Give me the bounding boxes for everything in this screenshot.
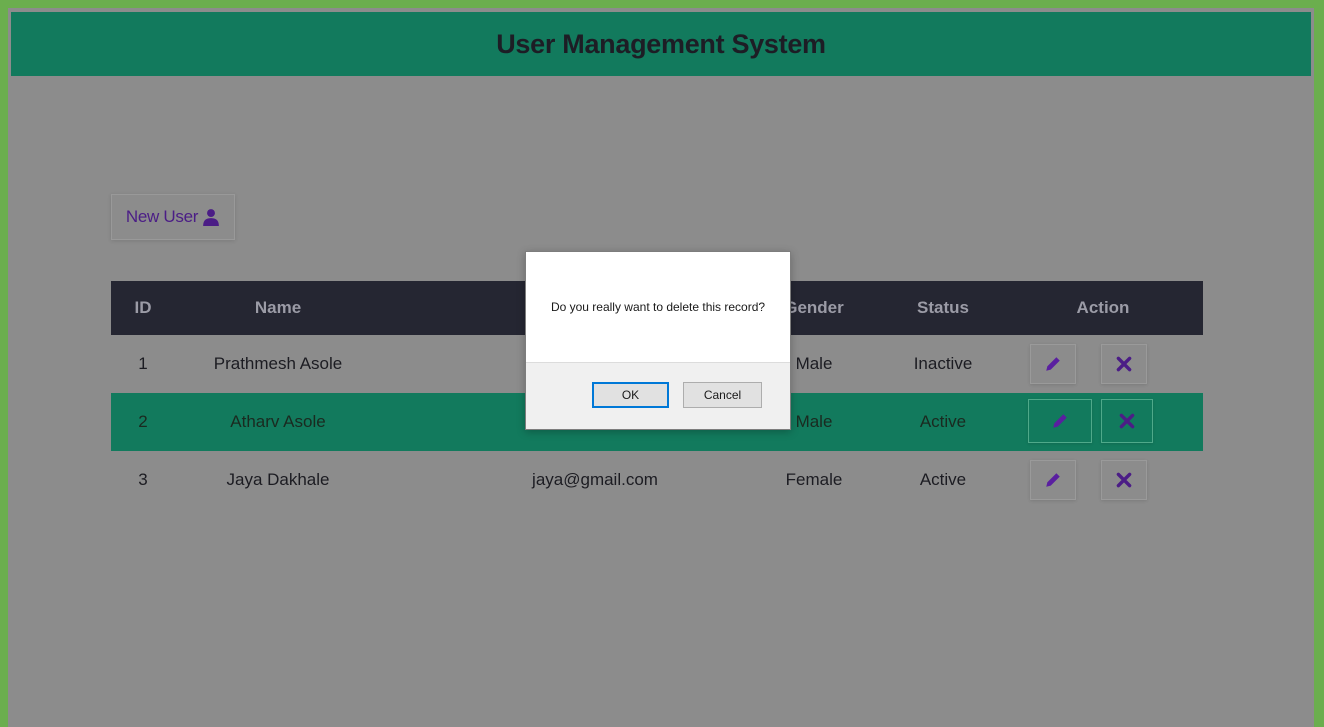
cell-name: Prathmesh Asole [213, 354, 343, 373]
edit-button[interactable] [1028, 399, 1092, 443]
confirm-dialog: Do you really want to delete this record… [525, 251, 791, 430]
ok-button[interactable]: OK [592, 382, 669, 408]
edit-button[interactable] [1030, 344, 1076, 384]
cell-gender: Female [785, 470, 843, 489]
user-icon [203, 209, 219, 226]
cell-status: Active [919, 412, 967, 431]
column-header-name: Name [254, 298, 302, 317]
page-title: User Management System [496, 28, 826, 59]
cell-status: Active [919, 470, 967, 489]
dialog-footer: OK Cancel [526, 362, 790, 429]
edit-button[interactable] [1030, 460, 1076, 500]
close-icon [1116, 472, 1132, 488]
delete-button[interactable] [1101, 344, 1147, 384]
cell-id: 3 [138, 470, 148, 489]
cell-name: Jaya Dakhale [226, 470, 330, 489]
page-header: User Management System [11, 12, 1311, 76]
table-row: 3 Jaya Dakhale jaya@gmail.com Female Act… [111, 451, 1203, 509]
column-header-id: ID [134, 298, 152, 317]
app-window: User Management System New User ID Name … [8, 8, 1314, 727]
column-header-status: Status [917, 298, 969, 317]
cell-id: 2 [138, 412, 148, 431]
cell-status: Inactive [913, 354, 973, 373]
cell-id: 1 [138, 354, 148, 373]
delete-button[interactable] [1101, 460, 1147, 500]
new-user-button[interactable]: New User [111, 194, 235, 240]
close-icon [1119, 413, 1135, 429]
pencil-icon [1053, 414, 1067, 428]
new-user-label: New User [125, 207, 199, 226]
delete-button[interactable] [1101, 399, 1153, 443]
cell-name: Atharv Asole [230, 412, 326, 431]
column-header-action: Action [1076, 298, 1130, 317]
cancel-button[interactable]: Cancel [683, 382, 762, 408]
close-icon [1116, 356, 1132, 372]
pencil-icon [1046, 473, 1060, 487]
pencil-icon [1046, 357, 1060, 371]
dialog-message: Do you really want to delete this record… [550, 300, 766, 314]
